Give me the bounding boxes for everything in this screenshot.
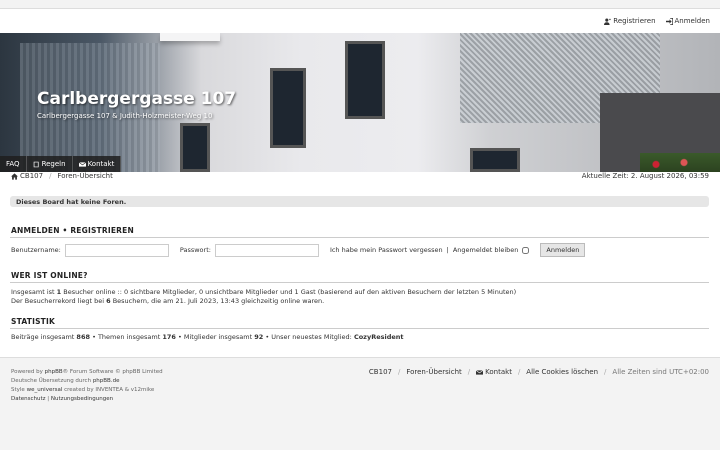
nav-contact[interactable]: Kontakt xyxy=(73,156,122,172)
online-text: Insgesamt ist xyxy=(11,288,57,296)
footer-separator: / xyxy=(604,368,607,376)
credit-text: Style xyxy=(11,387,27,393)
login-label: Anmelden xyxy=(674,17,710,25)
banner-slab xyxy=(160,33,220,41)
online-record: Der Besucherrekord liegt bei 6 Besuchern… xyxy=(11,297,324,305)
password-label: Passwort: xyxy=(179,246,211,254)
divider xyxy=(10,328,709,329)
stats-text: • Unser neuestes Mitglied: xyxy=(263,333,354,341)
nav-faq[interactable]: FAQ xyxy=(0,156,27,172)
phpbb-link[interactable]: phpBB xyxy=(45,369,63,375)
footer-index-link[interactable]: Foren-Übersicht xyxy=(406,368,461,376)
login-icon xyxy=(665,17,673,25)
footer-contact-link[interactable]: Kontakt xyxy=(476,368,512,376)
translation-credit: Deutsche Übersetzung durch phpBB.de xyxy=(11,377,163,386)
forgot-password-link[interactable]: Ich habe mein Passwort vergessen xyxy=(330,246,443,254)
style-link[interactable]: we_universal xyxy=(27,387,63,393)
stats-line: Beiträge insgesamt 868 • Themen insgesam… xyxy=(11,333,404,341)
posts-count: 868 xyxy=(76,333,90,341)
breadcrumb-separator: / xyxy=(49,172,52,180)
login-title-link[interactable]: ANMELDEN xyxy=(11,226,60,235)
divider xyxy=(10,282,709,283)
remember-checkbox[interactable] xyxy=(522,246,530,254)
footer-separator: / xyxy=(397,368,401,376)
site-title[interactable]: Carlbergergasse 107 xyxy=(37,89,236,109)
envelope-icon xyxy=(78,161,86,167)
footer-separator: / xyxy=(517,368,521,376)
password-input[interactable] xyxy=(214,243,319,257)
delete-cookies-link[interactable]: Alle Cookies löschen xyxy=(526,368,598,376)
terms-link[interactable]: Nutzungsbedingungen xyxy=(51,396,113,402)
register-label: Registrieren xyxy=(613,17,656,25)
stats-section-title: STATISTIK xyxy=(11,317,55,326)
login-button[interactable]: Anmelden xyxy=(540,243,586,257)
nav-contact-label: Kontakt xyxy=(87,160,115,168)
username-label: Benutzername: xyxy=(11,246,61,254)
top-bar: Registrieren Anmelden xyxy=(0,9,720,33)
remember-label: Angemeldet bleiben xyxy=(452,246,519,254)
breadcrumb: CB107 / Foren-Übersicht xyxy=(11,172,113,180)
title-bullet: • xyxy=(62,226,68,235)
legal-links: Datenschutz | Nutzungsbedingungen xyxy=(11,395,163,404)
username-input[interactable] xyxy=(64,243,169,257)
privacy-link[interactable]: Datenschutz xyxy=(11,396,46,402)
login-form: Benutzername: Passwort: Ich habe mein Pa… xyxy=(11,243,586,257)
stats-text: • Mitglieder insgesamt xyxy=(175,333,255,341)
timezone-info: Alle Zeiten sind UTC+02:00 xyxy=(612,368,709,376)
banner-window xyxy=(470,148,520,172)
banner-plants xyxy=(640,153,720,172)
footer-credits: Powered by phpBB® Forum Software © phpBB… xyxy=(11,368,163,404)
record-text: Der Besucherrekord liegt bei xyxy=(11,297,107,305)
breadcrumb-index[interactable]: Foren-Übersicht xyxy=(57,172,112,180)
powered-by: Powered by phpBB® Forum Software © phpBB… xyxy=(11,368,163,377)
credit-text: ® Forum Software © phpBB Limited xyxy=(62,369,163,375)
book-icon xyxy=(33,161,39,167)
home-icon xyxy=(11,172,18,180)
nav-bar: FAQ Regeln Kontakt xyxy=(0,156,122,172)
online-section-title: WER IST ONLINE? xyxy=(11,271,88,280)
topics-count: 176 xyxy=(162,333,176,341)
site-description: Carlbergergasse 107 & Judith-Holzmeister… xyxy=(37,112,213,120)
nav-rules-label: Regeln xyxy=(41,160,66,168)
translation-link[interactable]: phpBB.de xyxy=(93,378,120,384)
banner-window xyxy=(270,68,306,148)
stats-text: • Themen insgesamt xyxy=(90,333,163,341)
breadcrumb-home-label: CB107 xyxy=(20,172,44,180)
breadcrumb-home[interactable]: CB107 xyxy=(11,172,43,180)
login-section-title: ANMELDEN • REGISTRIEREN xyxy=(11,226,134,235)
banner-window xyxy=(345,41,385,119)
online-summary: Insgesamt ist 1 Besucher online :: 0 sic… xyxy=(11,288,516,296)
credit-text: created by INVENTEA & v12mike xyxy=(62,387,155,393)
register-link[interactable]: Registrieren xyxy=(604,17,656,25)
banner-window xyxy=(180,123,210,172)
separator-pipe: | xyxy=(47,396,50,402)
footer-separator: / xyxy=(467,368,471,376)
record-text: Besuchern, die am 21. Juli 2023, 13:43 g… xyxy=(110,297,325,305)
nav-rules[interactable]: Regeln xyxy=(27,156,73,172)
members-count: 92 xyxy=(254,333,264,341)
envelope-icon xyxy=(476,369,484,375)
stats-text: Beiträge insgesamt xyxy=(11,333,77,341)
separator-pipe: | xyxy=(446,246,449,254)
header-banner: Carlbergergasse 107 Carlbergergasse 107 … xyxy=(0,33,720,172)
register-title-link[interactable]: REGISTRIEREN xyxy=(70,226,134,235)
footer-nav: CB107 / Foren-Übersicht / Kontakt / Alle… xyxy=(369,368,709,376)
footer-contact-label: Kontakt xyxy=(485,368,512,376)
credit-text: Powered by xyxy=(11,369,45,375)
credit-text: Deutsche Übersetzung durch xyxy=(11,378,93,384)
footer-home-link[interactable]: CB107 xyxy=(369,368,392,376)
login-link[interactable]: Anmelden xyxy=(665,17,710,25)
no-forums-notice: Dieses Board hat keine Foren. xyxy=(10,196,709,207)
page-wrap: Registrieren Anmelden Carlbergergasse 10… xyxy=(0,8,720,358)
newest-member-link[interactable]: CozyResident xyxy=(354,333,404,341)
register-icon xyxy=(604,18,611,25)
style-credit: Style we_universal created by INVENTEA &… xyxy=(11,386,163,395)
online-text: Besucher online :: 0 sichtbare Mitgliede… xyxy=(61,288,517,296)
current-time: Aktuelle Zeit: 2. August 2026, 03:59 xyxy=(581,172,709,180)
nav-faq-label: FAQ xyxy=(6,160,20,168)
divider xyxy=(10,237,709,238)
